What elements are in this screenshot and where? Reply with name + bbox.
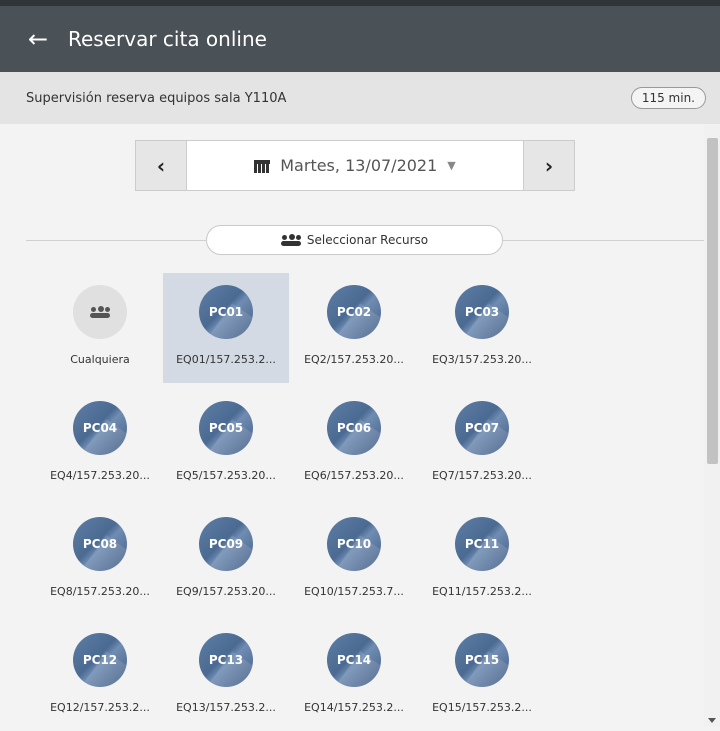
- next-day-button[interactable]: ›: [523, 140, 575, 191]
- resource-avatar: PC06: [327, 401, 381, 455]
- resource-item-pc11[interactable]: PC11 EQ11/157.253.2...: [419, 505, 545, 615]
- arrow-left-icon[interactable]: ←: [28, 27, 56, 51]
- resource-avatar: PC04: [73, 401, 127, 455]
- resource-avatar: PC03: [455, 285, 509, 339]
- date-label: Martes, 13/07/2021: [280, 156, 438, 175]
- resource-avatar: PC14: [327, 633, 381, 687]
- select-resource-label: Seleccionar Recurso: [306, 233, 429, 247]
- chevron-down-icon: ▼: [447, 159, 456, 172]
- resource-code: PC12: [82, 653, 118, 667]
- resource-code: PC05: [208, 421, 244, 435]
- resource-code: PC02: [336, 305, 372, 319]
- resource-label: EQ9/157.253.20...: [176, 585, 276, 598]
- resource-label: EQ3/157.253.20...: [432, 353, 532, 366]
- resource-label: EQ6/157.253.20...: [304, 469, 404, 482]
- resource-code: PC01: [208, 305, 244, 319]
- select-resource-button[interactable]: Seleccionar Recurso: [206, 225, 503, 255]
- resource-label: EQ7/157.253.20...: [432, 469, 532, 482]
- service-bar: Supervisión reserva equipos sala Y110A 1…: [0, 72, 720, 124]
- prev-day-button[interactable]: ‹: [135, 140, 187, 191]
- resource-avatar: PC13: [199, 633, 253, 687]
- resource-label: EQ2/157.253.20...: [304, 353, 404, 366]
- calendar-icon: [254, 158, 271, 173]
- resource-avatar: PC10: [327, 517, 381, 571]
- users-icon: [280, 234, 301, 246]
- resource-label: EQ10/157.253.7...: [304, 585, 404, 598]
- resource-label: EQ5/157.253.20...: [176, 469, 276, 482]
- resource-label: EQ01/157.253.2...: [176, 353, 276, 366]
- duration-badge: 115 min.: [630, 87, 706, 109]
- resource-label: EQ4/157.253.20...: [50, 469, 150, 482]
- scrollbar-thumb[interactable]: [707, 138, 718, 464]
- resource-label: EQ8/157.253.20...: [50, 585, 150, 598]
- resource-item-pc10[interactable]: PC10 EQ10/157.253.7...: [291, 505, 417, 615]
- resource-code: PC06: [336, 421, 372, 435]
- resource-avatar: PC12: [73, 633, 127, 687]
- resource-item-pc12[interactable]: PC12 EQ12/157.253.2...: [37, 621, 163, 731]
- resource-code: PC09: [208, 537, 244, 551]
- resource-code: PC08: [82, 537, 118, 551]
- chevron-left-icon: ‹: [156, 153, 166, 178]
- resource-item-pc04[interactable]: PC04 EQ4/157.253.20...: [37, 389, 163, 499]
- resource-avatar: PC11: [455, 517, 509, 571]
- resource-label: EQ12/157.253.2...: [50, 701, 150, 714]
- resource-code: PC04: [82, 421, 118, 435]
- resource-item-pc05[interactable]: PC05 EQ5/157.253.20...: [163, 389, 289, 499]
- resource-item-pc01[interactable]: PC01 EQ01/157.253.2...: [163, 273, 289, 383]
- date-picker[interactable]: Martes, 13/07/2021 ▼: [187, 140, 523, 191]
- chevron-right-icon: ›: [544, 153, 554, 178]
- resource-code: PC11: [464, 537, 500, 551]
- users-icon: [73, 285, 127, 339]
- resource-label: Cualquiera: [70, 353, 130, 366]
- resource-label: EQ11/157.253.2...: [432, 585, 532, 598]
- scroll-down-icon[interactable]: [708, 718, 716, 723]
- app-header: ← Reservar cita online: [0, 0, 720, 72]
- service-name: Supervisión reserva equipos sala Y110A: [26, 90, 287, 106]
- resource-avatar: PC01: [199, 285, 253, 339]
- resource-item-pc07[interactable]: PC07 EQ7/157.253.20...: [419, 389, 545, 499]
- resource-label: EQ13/157.253.2...: [176, 701, 276, 714]
- resource-item-pc09[interactable]: PC09 EQ9/157.253.20...: [163, 505, 289, 615]
- resource-code: PC07: [464, 421, 500, 435]
- resource-avatar: PC15: [455, 633, 509, 687]
- resource-label: EQ14/157.253.2...: [304, 701, 404, 714]
- resource-label: EQ15/157.253.2...: [432, 701, 532, 714]
- resource-avatar: PC07: [455, 401, 509, 455]
- resource-item-pc02[interactable]: PC02 EQ2/157.253.20...: [291, 273, 417, 383]
- scrollbar[interactable]: [704, 124, 720, 727]
- resource-avatar: PC02: [327, 285, 381, 339]
- resource-item-pc03[interactable]: PC03 EQ3/157.253.20...: [419, 273, 545, 383]
- resource-item-pc08[interactable]: PC08 EQ8/157.253.20...: [37, 505, 163, 615]
- resource-code: PC03: [464, 305, 500, 319]
- main-content: ‹ Martes, 13/07/2021 ▼ › Seleccionar Rec…: [0, 124, 710, 727]
- resource-code: PC15: [464, 653, 500, 667]
- resource-item-pc14[interactable]: PC14 EQ14/157.253.2...: [291, 621, 417, 731]
- resource-code: PC13: [208, 653, 244, 667]
- resource-item-pc13[interactable]: PC13 EQ13/157.253.2...: [163, 621, 289, 731]
- date-navigator: ‹ Martes, 13/07/2021 ▼ ›: [135, 140, 575, 191]
- resource-item-pc15[interactable]: PC15 EQ15/157.253.2...: [419, 621, 545, 731]
- resource-item-pc06[interactable]: PC06 EQ6/157.253.20...: [291, 389, 417, 499]
- resource-avatar: PC05: [199, 401, 253, 455]
- resource-item-any[interactable]: Cualquiera: [37, 273, 163, 383]
- resource-code: PC10: [336, 537, 372, 551]
- resource-avatar: PC08: [73, 517, 127, 571]
- resource-avatar: PC09: [199, 517, 253, 571]
- page-title: Reservar cita online: [68, 27, 267, 51]
- resource-code: PC14: [336, 653, 372, 667]
